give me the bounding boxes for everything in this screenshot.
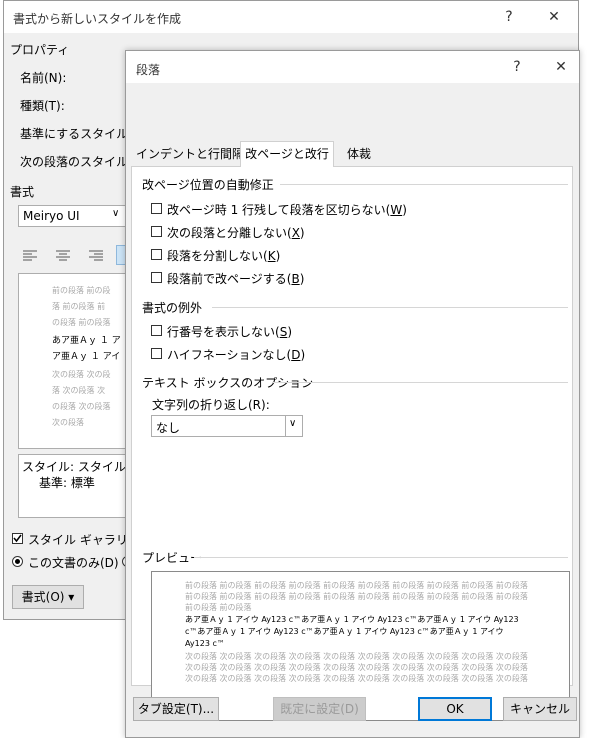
check-icon [13, 534, 22, 543]
gallery-checkbox[interactable] [12, 533, 23, 544]
preview-line: ア亜Ａｙ １ アイ [52, 352, 121, 362]
new-style-title: 書式から新しいスタイルを作成 [13, 12, 182, 26]
align-right-icon [89, 250, 103, 261]
preview-line: あア亜Ａｙ １ ア [52, 336, 121, 346]
style-desc-line: 基準: 標準 [39, 476, 95, 490]
align-left-button[interactable] [20, 247, 40, 263]
chevron-down-icon: ∨ [289, 418, 297, 429]
font-select[interactable]: Meiryo UI ∨ [18, 205, 128, 227]
style-preview: 前の段落 前の段 落 前の段落 前 の段落 前の段落 あア亜Ａｙ １ ア ア亜Ａ… [18, 273, 138, 449]
this-doc-radio[interactable] [12, 556, 23, 567]
wrap-select[interactable]: なし ∨ [151, 415, 303, 437]
preview-next-line: 次の段落 次の段落 次の段落 次の段落 次の段落 次の段落 次の段落 次の段落 … [185, 674, 528, 683]
preview-line: 次の段落 [52, 418, 84, 427]
keep-with-next-checkbox[interactable] [151, 226, 162, 237]
preview-line: 次の段落 次の段 [52, 370, 111, 379]
paragraph-dialog: 段落 ? ✕ インデントと行間隔 改ページと改行 体裁 改ページ位置の自動修正 … [125, 50, 580, 738]
preview-sample-line: Ay123 c™ [185, 639, 225, 648]
wrap-dropdown-button[interactable]: ∨ [285, 416, 302, 436]
style-description: スタイル: スタイル ギャ 基準: 標準 [18, 454, 138, 518]
no-hyphenation-checkbox[interactable] [151, 348, 162, 359]
wrap-select-value: なし [156, 421, 181, 435]
tab-typography[interactable]: 体裁 [334, 143, 384, 165]
paragraph-titlebar: 段落 ? ✕ [126, 51, 579, 83]
type-label: 種類(T): [20, 99, 65, 113]
name-label: 名前(N): [20, 71, 67, 85]
keep-lines-together-checkbox[interactable] [151, 249, 162, 260]
widow-control-label: 改ページ時 1 行残して段落を区切らない(W) [167, 203, 407, 217]
cancel-button[interactable]: キャンセル [503, 697, 577, 721]
set-default-button[interactable]: 既定に設定(D) [273, 697, 366, 721]
font-select-value: Meiryo UI [23, 209, 80, 223]
preview-sample-line: c™あア亜Ａｙ 1 アイウ Ay123 c™あア亜Ａｙ 1 アイウ Ay123 … [185, 627, 504, 636]
section-preview-heading: プレビュー [142, 551, 203, 565]
preview-line: の段落 前の段落 [52, 318, 111, 327]
help-button[interactable]: ? [494, 6, 524, 28]
suppress-line-numbers-checkbox[interactable] [151, 325, 162, 336]
preview-line: 落 次の段落 次 [52, 386, 106, 395]
divider [194, 557, 568, 558]
preview-line: 前の段落 前の段 [52, 286, 111, 295]
align-right-button[interactable] [86, 247, 106, 263]
section-autofix-heading: 改ページ位置の自動修正 [142, 178, 274, 192]
align-center-button[interactable] [53, 247, 73, 263]
paragraph-title: 段落 [136, 63, 161, 77]
page-break-before-checkbox[interactable] [151, 272, 162, 283]
close-icon[interactable]: ✕ [546, 56, 576, 78]
format-button[interactable]: 書式(O) ▾ [12, 585, 84, 609]
properties-header: プロパティ [10, 43, 70, 57]
align-left-icon [23, 250, 37, 261]
this-doc-radio-label: この文書のみ(D) [28, 556, 119, 570]
preview-line: の段落 次の段落 [52, 402, 111, 411]
tab-indent-spacing[interactable]: インデントと行間隔 [136, 143, 244, 165]
style-desc-line: スタイル: スタイル ギャ [22, 460, 137, 474]
preview-line: 落 前の段落 前 [52, 302, 106, 311]
wrap-label: 文字列の折り返し(R): [152, 398, 270, 412]
preview-prev-line: 前の段落 前の段落 [185, 603, 252, 612]
preview-sample-line: あア亜Ａｙ 1 アイウ Ay123 c™あア亜Ａｙ 1 アイウ Ay123 c™… [185, 615, 519, 624]
tab-line-page-breaks[interactable]: 改ページと改行 [240, 141, 334, 167]
tabs-button[interactable]: タブ設定(T)... [133, 697, 219, 721]
section-exceptions-heading: 書式の例外 [142, 301, 203, 315]
keep-with-next-label: 次の段落と分離しない(X) [167, 226, 305, 240]
keep-lines-together-label: 段落を分割しない(K) [167, 249, 281, 263]
align-center-icon [56, 250, 70, 261]
ok-button[interactable]: OK [418, 697, 492, 721]
format-header: 書式 [10, 185, 35, 199]
divider [272, 382, 568, 383]
help-button[interactable]: ? [502, 56, 532, 78]
widow-control-checkbox[interactable] [151, 203, 162, 214]
close-icon[interactable]: ✕ [539, 6, 569, 28]
no-hyphenation-label: ハイフネーションなし(D) [167, 348, 306, 362]
radio-dot [15, 559, 20, 564]
divider [280, 184, 568, 185]
page-break-before-label: 段落前で改ページする(B) [167, 272, 305, 286]
new-style-titlebar: 書式から新しいスタイルを作成 ? ✕ [4, 1, 578, 33]
next-style-label: 次の段落のスタイル(S [20, 155, 141, 169]
divider [212, 307, 568, 308]
chevron-down-icon: ∨ [112, 208, 120, 219]
suppress-line-numbers-label: 行番号を表示しない(S) [167, 325, 292, 339]
tab-panel: 改ページ位置の自動修正 改ページ時 1 行残して段落を区切らない(W) 次の段落… [131, 166, 573, 721]
